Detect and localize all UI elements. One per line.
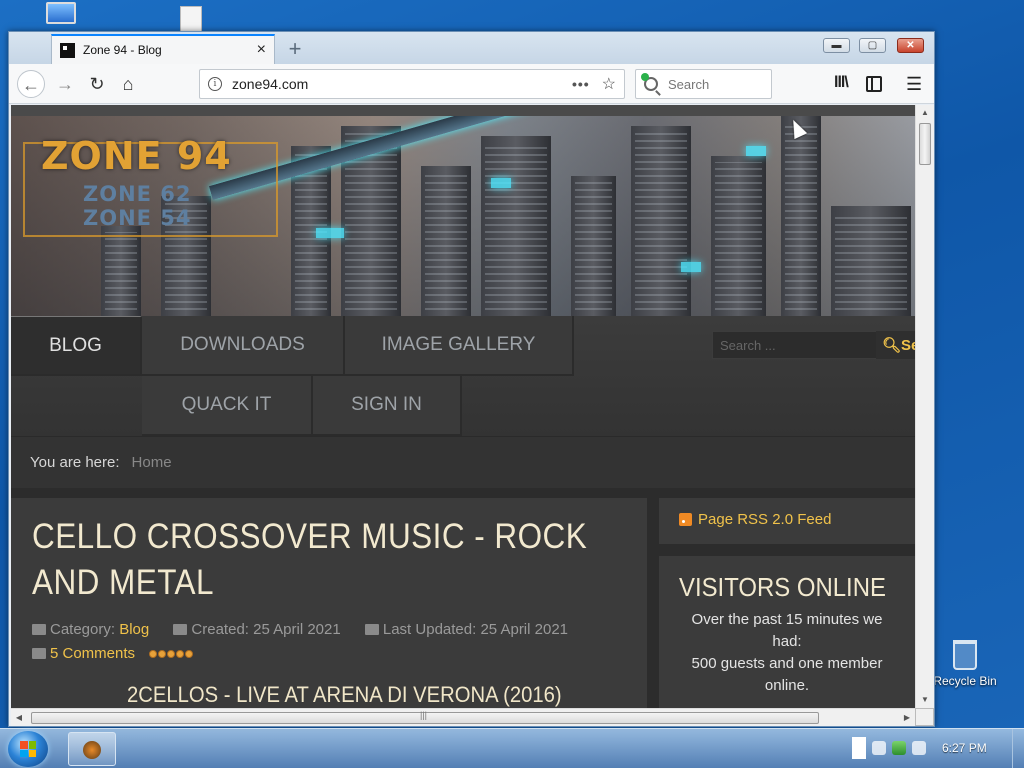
taskbar-clock[interactable]: 6:27 PM [942, 741, 987, 755]
horizontal-scroll-thumb[interactable] [31, 710, 819, 724]
calendar-edit-icon [364, 624, 379, 635]
menu-item-sign-in[interactable]: SIGN IN [313, 376, 462, 436]
tray-box [852, 737, 866, 759]
navigation-toolbar: ← → ↻ ⌂ i zone94.com ••• ☆ Search lll\ ☰ [9, 64, 934, 104]
home-button[interactable]: ⌂ [114, 70, 142, 98]
start-button[interactable] [8, 731, 48, 767]
article-meta: Category: Blog Created: 25 April 2021 La… [32, 618, 626, 666]
scroll-down-icon[interactable]: ▼ [916, 692, 934, 708]
site-logo[interactable]: ZONE 94 ZONE 62 ZONE 54 [23, 134, 283, 244]
visitors-text: Over the past 15 minutes we had: 500 gue… [679, 609, 895, 697]
windows-logo-icon [20, 741, 36, 757]
forward-button[interactable]: → [51, 70, 79, 98]
address-bar[interactable]: i zone94.com ••• ☆ [199, 69, 625, 99]
taskbar-firefox-button[interactable] [68, 732, 116, 766]
taskbar: 6:27 PM [0, 728, 1024, 768]
hamburger-menu-icon[interactable]: ☰ [906, 74, 922, 95]
site-main-menu: BLOG DOWNLOADS IMAGE GALLERY QUACK IT SI… [11, 316, 915, 436]
menu-item-quack-it[interactable]: QUACK IT [142, 376, 313, 436]
recycle-bin-icon[interactable]: Recycle Bin [930, 640, 1000, 700]
browser-search-input[interactable]: Search [635, 69, 772, 99]
maximize-button[interactable]: ▢ [859, 38, 886, 53]
back-button[interactable]: ← [17, 70, 45, 98]
content-area: CELLO CROSSOVER MUSIC - ROCK AND METAL C… [11, 488, 915, 708]
comments-link[interactable]: 5 Comments [50, 645, 135, 662]
video-title: 2CELLOS - LIVE AT ARENA DI VERONA (2016) [127, 682, 562, 707]
site-banner: ZONE 94 ZONE 62 ZONE 54 [11, 116, 915, 316]
system-tray [852, 737, 926, 759]
show-desktop-button[interactable] [1012, 729, 1024, 768]
tab-title: Zone 94 - Blog [83, 43, 162, 57]
calendar-icon [173, 624, 188, 635]
tab-close-icon[interactable]: × [257, 41, 266, 59]
site-search-input[interactable]: Search ... [712, 331, 877, 359]
url-text[interactable]: zone94.com [232, 76, 572, 92]
scroll-right-icon[interactable]: ▶ [899, 709, 915, 726]
site-favicon-icon [60, 42, 75, 58]
visitors-text-line-2: 500 guests and one member online. [691, 655, 883, 694]
rss-label: Page RSS 2.0 Feed [698, 511, 832, 528]
firefox-icon [83, 741, 101, 759]
menu-item-image-gallery[interactable]: IMAGE GALLERY [345, 316, 574, 376]
logo-sub-text-2: ZONE 54 [83, 206, 192, 230]
computer-desktop-icon[interactable] [46, 2, 80, 30]
breadcrumb-home: Home [131, 454, 172, 471]
rss-icon [679, 513, 692, 526]
trash-icon [953, 640, 977, 670]
search-icon [641, 73, 658, 91]
visitors-online-module: VISITORS ONLINE Over the past 15 minutes… [659, 556, 915, 708]
vertical-scrollbar[interactable]: ▲ ▼ [915, 105, 934, 708]
title-bar: Zone 94 - Blog × + ▬ ▢ ✕ [9, 32, 934, 64]
library-icon[interactable]: lll\ [834, 74, 849, 92]
recycle-bin-label: Recycle Bin [933, 674, 997, 688]
page-actions-icon[interactable]: ••• [572, 76, 590, 92]
updated-date: Last Updated: 25 April 2021 [382, 621, 569, 638]
horizontal-scrollbar[interactable]: ◀ ▶ [11, 708, 915, 726]
menu-item-downloads[interactable]: DOWNLOADS [142, 316, 345, 376]
new-tab-button[interactable]: + [283, 36, 307, 62]
vertical-scroll-thumb[interactable] [919, 123, 931, 165]
site-info-icon[interactable]: i [208, 77, 222, 91]
site-search-button[interactable]: 🔍︎Se [876, 331, 915, 359]
page-top-strip [11, 105, 915, 116]
visitors-text-line-1: Over the past 15 minutes we had: [691, 611, 883, 650]
volume-icon[interactable] [872, 741, 886, 755]
folder-icon [32, 624, 46, 635]
category-link[interactable]: Blog [119, 621, 149, 638]
page-viewport: ZONE 94 ZONE 62 ZONE 54 BLOG DOWNLOADS I… [11, 105, 915, 708]
article-title[interactable]: CELLO CROSSOVER MUSIC - ROCK AND METAL [32, 514, 590, 606]
rating-stars [149, 642, 194, 666]
category-label: Category: [50, 621, 116, 638]
network-icon[interactable] [892, 741, 906, 755]
article: CELLO CROSSOVER MUSIC - ROCK AND METAL C… [11, 498, 647, 708]
scroll-left-icon[interactable]: ◀ [11, 709, 27, 726]
menu-item-blog[interactable]: BLOG [11, 316, 142, 376]
site-search-button-label: Se [901, 337, 915, 354]
scroll-up-icon[interactable]: ▲ [916, 105, 934, 121]
created-date: Created: 25 April 2021 [191, 621, 341, 638]
bookmark-star-icon[interactable]: ☆ [602, 74, 616, 94]
comment-icon [32, 648, 46, 659]
rss-feed-link[interactable]: Page RSS 2.0 Feed [659, 498, 915, 544]
breadcrumb-label: You are here: [30, 454, 120, 471]
breadcrumb: You are here: Home [11, 436, 915, 488]
search-placeholder: Search [668, 76, 710, 92]
sidebar: Page RSS 2.0 Feed VISITORS ONLINE Over t… [659, 498, 915, 708]
minimize-button[interactable]: ▬ [823, 38, 850, 53]
document-desktop-icon[interactable] [180, 6, 202, 32]
tab-zone94-blog[interactable]: Zone 94 - Blog × [51, 34, 275, 64]
sync-icon[interactable] [912, 741, 926, 755]
close-window-button[interactable]: ✕ [897, 38, 924, 53]
reload-button[interactable]: ↻ [83, 70, 111, 98]
sidebar-toggle-icon[interactable] [866, 76, 882, 92]
visitors-title: VISITORS ONLINE [679, 572, 886, 602]
logo-main-text: ZONE 94 [41, 134, 232, 178]
scroll-corner [915, 708, 934, 726]
logo-sub-text-1: ZONE 62 [83, 182, 192, 206]
